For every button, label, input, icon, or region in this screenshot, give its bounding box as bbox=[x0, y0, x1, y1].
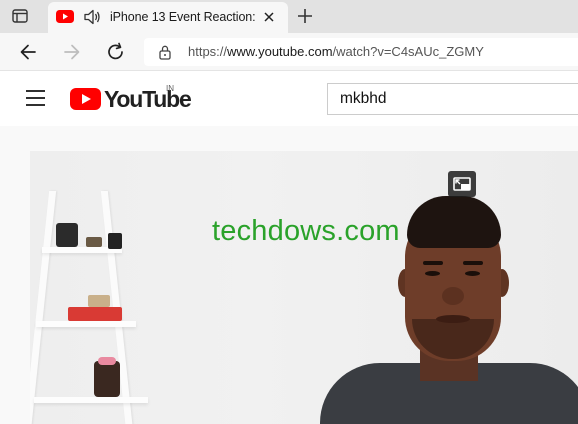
hamburger-menu-icon[interactable] bbox=[26, 90, 46, 106]
shelf-object bbox=[86, 237, 102, 247]
url-path: /watch?v=C4sAUc_ZGMY bbox=[332, 44, 484, 59]
shelf-object bbox=[108, 233, 122, 249]
tab-actions-button[interactable] bbox=[8, 5, 32, 27]
watermark-text: techdows.com bbox=[212, 215, 400, 247]
tab-strip: iPhone 13 Event Reaction: E bbox=[0, 0, 578, 33]
tab-active[interactable]: iPhone 13 Event Reaction: E bbox=[48, 2, 288, 33]
close-icon[interactable] bbox=[262, 10, 276, 24]
youtube-play-icon bbox=[70, 88, 101, 110]
url-scheme: https:// bbox=[188, 44, 228, 59]
miniplayer-button[interactable] bbox=[448, 171, 476, 197]
shelf-object bbox=[94, 361, 120, 397]
tab-actions-icon bbox=[12, 9, 28, 23]
address-bar[interactable]: https://www.youtube.com/watch?v=C4sAUc_Z… bbox=[144, 38, 578, 66]
youtube-logo-text: YouTube bbox=[104, 86, 192, 112]
miniplayer-icon bbox=[453, 177, 471, 191]
shelf-board bbox=[36, 321, 136, 327]
forward-arrow-icon[interactable] bbox=[61, 41, 83, 63]
video-player[interactable]: techdows.com bbox=[30, 151, 578, 424]
shelf-object bbox=[98, 357, 116, 365]
youtube-logo[interactable]: YouTube IN bbox=[70, 84, 192, 114]
shelf-object bbox=[56, 223, 78, 247]
url-text[interactable]: https://www.youtube.com/watch?v=C4sAUc_Z… bbox=[188, 44, 484, 59]
search-input[interactable] bbox=[328, 84, 578, 114]
shelf-post bbox=[30, 191, 57, 424]
tab-title: iPhone 13 Event Reaction: E bbox=[110, 10, 258, 24]
search-box[interactable] bbox=[327, 83, 578, 115]
shelf-object bbox=[68, 307, 122, 321]
url-host: www.youtube.com bbox=[227, 44, 333, 59]
reload-icon[interactable] bbox=[105, 41, 127, 63]
browser-toolbar: https://www.youtube.com/watch?v=C4sAUc_Z… bbox=[0, 33, 578, 71]
new-tab-plus-icon[interactable] bbox=[294, 5, 316, 27]
lock-icon[interactable] bbox=[158, 44, 172, 60]
speaker-icon[interactable] bbox=[83, 8, 101, 26]
shelf-board bbox=[34, 397, 148, 403]
youtube-header: YouTube IN bbox=[0, 72, 578, 126]
country-code: IN bbox=[166, 84, 174, 93]
youtube-favicon-icon bbox=[56, 10, 74, 23]
shelf-object bbox=[88, 295, 110, 307]
back-arrow-icon[interactable] bbox=[17, 41, 39, 63]
